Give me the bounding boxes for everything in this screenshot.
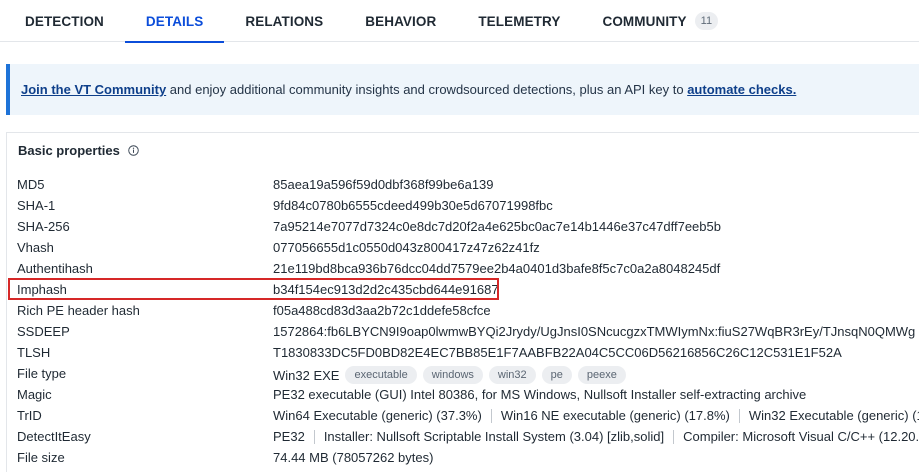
file-type-tag[interactable]: peexe xyxy=(577,366,626,384)
property-value: 9fd84c0780b6555cdeed499b30e5d67071998fbc xyxy=(273,198,553,213)
property-row-vhash: Vhash 077056655d1c0550d043z800417z47z62z… xyxy=(7,238,919,259)
tab-community-label: COMMUNITY xyxy=(602,13,687,29)
property-value-group: Win32 EXE executable windows win32 pe pe… xyxy=(273,366,626,384)
community-count-badge: 11 xyxy=(694,12,719,30)
tab-details[interactable]: DETAILS xyxy=(124,0,225,43)
value-separator xyxy=(738,408,740,423)
property-row-ssdeep: SSDEEP 1572864:fb6LBYCN9I9oap0lwmwBYQi2J… xyxy=(7,322,919,343)
detectiteasy-item: Compiler: Microsoft Visual C/C++ (12.20. xyxy=(683,429,919,444)
property-label: Imphash xyxy=(17,282,67,297)
basic-properties-title: Basic properties xyxy=(18,143,120,158)
tab-telemetry[interactable]: TELEMETRY xyxy=(457,0,581,42)
property-label: File size xyxy=(17,450,65,465)
property-value: 077056655d1c0550d043z800417z47z62z41fz xyxy=(273,240,540,255)
file-type-tag[interactable]: pe xyxy=(541,366,572,384)
property-label: SSDEEP xyxy=(17,324,70,339)
detectiteasy-item: Installer: Nullsoft Scriptable Install S… xyxy=(323,429,665,444)
property-value: 21e119bd8bca936b76dcc04dd7579ee2b4a0401d… xyxy=(273,261,721,276)
tab-details-label: DETAILS xyxy=(145,13,204,29)
property-value: b34f154ec913d2d2c435cbd644e91687 xyxy=(273,282,499,297)
property-label: TLSH xyxy=(17,345,51,360)
trid-item: Win64 Executable (generic) (37.3%) xyxy=(273,408,482,423)
join-community-link[interactable]: Join the VT Community xyxy=(21,82,166,97)
property-value-group: Win64 Executable (generic) (37.3%) Win16… xyxy=(273,408,919,423)
property-row-authentihash: Authentihash 21e119bd8bca936b76dcc04dd75… xyxy=(7,259,919,280)
banner-text: and enjoy additional community insights … xyxy=(166,82,688,97)
property-row-file-size: File size 74.44 MB (78057262 bytes) xyxy=(7,448,919,469)
property-label: SHA-1 xyxy=(17,198,56,213)
tab-behavior[interactable]: BEHAVIOR xyxy=(344,0,457,42)
trid-item: Win16 NE executable (generic) (17.8%) xyxy=(500,408,730,423)
file-type-tag[interactable]: win32 xyxy=(488,366,536,384)
detectiteasy-item: PE32 xyxy=(273,429,305,444)
tab-detection-label: DETECTION xyxy=(25,13,104,29)
file-type-value: Win32 EXE xyxy=(273,367,340,383)
tab-detection[interactable]: DETECTION xyxy=(0,0,125,42)
value-separator xyxy=(490,408,492,423)
file-type-tag[interactable]: windows xyxy=(422,366,483,384)
property-row-trid: TrID Win64 Executable (generic) (37.3%) … xyxy=(7,406,919,427)
property-row-sha256: SHA-256 7a95214e7077d7324c0e8dc7d20f2a4e… xyxy=(7,217,919,238)
property-value-group: PE32 Installer: Nullsoft Scriptable Inst… xyxy=(273,429,919,444)
tab-relations-label: RELATIONS xyxy=(245,13,324,29)
property-row-tlsh: TLSH T1830833DC5FD0BD82E4EC7BB85E1F7AABF… xyxy=(7,343,919,364)
property-value: 74.44 MB (78057262 bytes) xyxy=(273,450,434,465)
property-label: Authentihash xyxy=(17,261,93,276)
property-row-magic: Magic PE32 executable (GUI) Intel 80386,… xyxy=(7,385,919,406)
property-label: SHA-256 xyxy=(17,219,70,234)
value-separator xyxy=(313,429,315,444)
automate-checks-link[interactable]: automate checks. xyxy=(687,82,796,97)
property-value: 7a95214e7077d7324c0e8dc7d20f2a4e625bc0ac… xyxy=(273,219,721,234)
property-value: 1572864:fb6LBYCN9I9oap0lwmwBYQi2Jrydy/Ug… xyxy=(273,324,916,339)
basic-properties-panel: Basic properties MD5 85aea19a596f59d0dbf… xyxy=(6,132,919,472)
file-type-tag[interactable]: executable xyxy=(345,366,417,384)
property-label: File type xyxy=(17,366,67,381)
community-banner: Join the VT Community and enjoy addition… xyxy=(6,64,919,115)
trid-item: Win32 Executable (generic) (15 xyxy=(748,408,919,423)
property-value: 85aea19a596f59d0dbf368f99be6a139 xyxy=(273,177,494,192)
property-label: DetectItEasy xyxy=(17,429,91,444)
tab-community[interactable]: COMMUNITY 11 xyxy=(581,0,739,42)
property-row-file-type: File type Win32 EXE executable windows w… xyxy=(7,364,919,385)
info-circle-icon[interactable] xyxy=(128,145,139,156)
property-row-rich-pe-header-hash: Rich PE header hash f05a488cd83d3aa2b72c… xyxy=(7,301,919,322)
property-row-sha1: SHA-1 9fd84c0780b6555cdeed499b30e5d67071… xyxy=(7,196,919,217)
property-label: MD5 xyxy=(17,177,45,192)
basic-properties-heading: Basic properties xyxy=(18,143,139,158)
tab-relations[interactable]: RELATIONS xyxy=(224,0,344,42)
property-label: Magic xyxy=(17,387,52,402)
property-row-imphash: Imphash b34f154ec913d2d2c435cbd644e91687 xyxy=(7,280,919,301)
property-label: Vhash xyxy=(17,240,54,255)
property-row-md5: MD5 85aea19a596f59d0dbf368f99be6a139 xyxy=(7,175,919,196)
property-value: f05a488cd83d3aa2b72c1ddefe58cfce xyxy=(273,303,491,318)
tab-telemetry-label: TELEMETRY xyxy=(478,13,561,29)
property-value: T1830833DC5FD0BD82E4EC7BB85E1F7AABFB22A0… xyxy=(273,345,842,360)
tab-behavior-label: BEHAVIOR xyxy=(365,13,437,29)
property-value: PE32 executable (GUI) Intel 80386, for M… xyxy=(273,387,807,402)
property-row-detectiteasy: DetectItEasy PE32 Installer: Nullsoft Sc… xyxy=(7,427,919,448)
value-separator xyxy=(673,429,675,444)
property-label: Rich PE header hash xyxy=(17,303,140,318)
tab-bar: DETECTION DETAILS RELATIONS BEHAVIOR TEL… xyxy=(0,0,919,43)
property-label: TrID xyxy=(17,408,42,423)
